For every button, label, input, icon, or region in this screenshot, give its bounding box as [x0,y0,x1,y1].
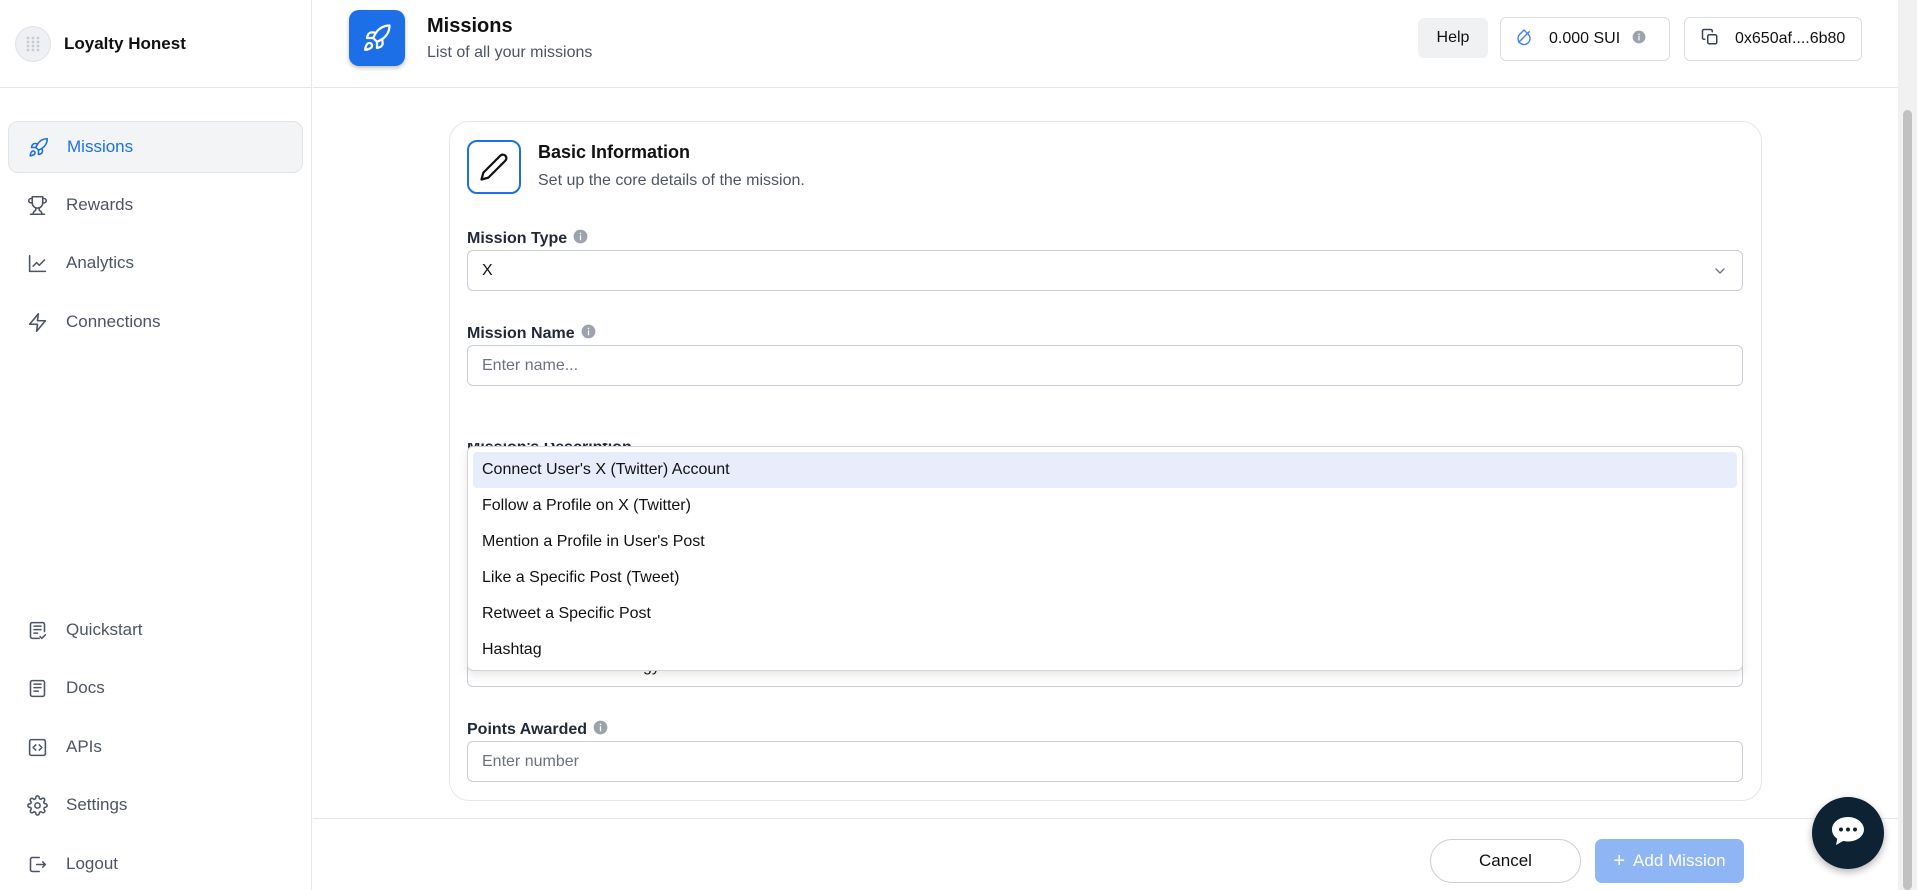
add-mission-label: Add Mission [1633,851,1726,870]
pencil-icon [467,140,521,194]
sidebar: Loyalty Honest Missions Rewards Analytic… [0,0,312,890]
dropdown-option[interactable]: Follow a Profile on X (Twitter) [473,488,1737,524]
sidebar-item-analytics[interactable]: Analytics [8,237,303,289]
sidebar-item-logout[interactable]: Logout [8,838,303,890]
brand-logo-icon [15,25,51,62]
mission-name-label-text: Mission Name [467,325,575,342]
main-content: Basic Information Set up the core detail… [313,89,1898,819]
mission-name-input[interactable]: Enter name... [467,345,1743,386]
mission-name-label: Mission Name [467,324,596,344]
chat-bubble-icon [1829,814,1867,853]
page-scrollbar[interactable] [1898,0,1917,890]
page-title: Missions [427,15,513,37]
code-icon [26,736,48,758]
copy-icon [1701,28,1719,51]
trophy-icon [26,194,48,216]
gear-icon [26,794,48,816]
cancel-button[interactable]: Cancel [1430,839,1581,883]
chevron-down-icon [1712,263,1728,284]
section-title: Basic Information [538,142,691,162]
checklist-icon [26,619,48,641]
sidebar-item-connections[interactable]: Connections [8,296,303,348]
document-icon [26,677,48,699]
rocket-icon [349,10,405,66]
wallet-address: 0x650af....6b80 [1735,30,1846,47]
sidebar-item-settings[interactable]: Settings [8,779,303,831]
dropdown-option[interactable]: Like a Specific Post (Tweet) [473,560,1737,596]
scrollbar-thumb[interactable] [1903,110,1912,890]
sidebar-item-apis[interactable]: APIs [8,721,303,773]
chat-button[interactable] [1812,797,1884,869]
add-mission-button[interactable]: + Add Mission [1595,839,1744,883]
points-awarded-label: Points Awarded [467,720,608,740]
info-icon[interactable] [581,324,596,344]
mission-type-label-text: Mission Type [467,230,568,247]
dropdown-option[interactable]: Mention a Profile in User's Post [473,524,1737,560]
page-subtitle: List of all your missions [427,44,593,61]
wallet-address-button[interactable]: 0x650af....6b80 [1684,17,1862,61]
sidebar-item-missions[interactable]: Missions [8,121,303,173]
dropdown-option[interactable]: Hashtag [473,632,1737,668]
brand-name: Loyalty Honest [64,33,186,53]
sidebar-item-rewards[interactable]: Rewards [8,179,303,231]
form-footer: Cancel + Add Mission [313,818,1898,890]
info-icon[interactable] [573,229,588,249]
mission-strategy-dropdown: Connect User's X (Twitter) Account Follo… [467,446,1743,671]
plus-icon: + [1613,849,1626,872]
info-icon [1632,30,1646,49]
info-icon[interactable] [593,720,608,740]
sidebar-item-quickstart[interactable]: Quickstart [8,604,303,656]
points-awarded-placeholder: Enter number [482,752,579,770]
basic-information-card: Basic Information Set up the core detail… [449,121,1762,801]
page-header: Missions List of all your missions Help … [313,0,1898,88]
rocket-icon [27,136,49,158]
section-subtitle: Set up the core details of the mission. [538,172,805,189]
mission-type-label: Mission Type [467,229,588,249]
logout-icon [26,853,48,875]
sidebar-item-label: Docs [66,678,105,697]
line-chart-icon [26,252,48,274]
balance-button[interactable]: 0.000 SUI [1500,17,1670,61]
help-button[interactable]: Help [1418,18,1488,58]
sidebar-item-docs[interactable]: Docs [8,662,303,714]
sidebar-item-label: Connections [66,312,161,331]
mission-type-value: X [482,261,493,279]
mission-type-select[interactable]: X [467,250,1743,291]
sidebar-item-label: Quickstart [66,620,143,639]
sidebar-item-label: Settings [66,795,128,814]
lightning-icon [26,311,48,333]
balance-value: 0.000 SUI [1549,30,1621,47]
points-awarded-input[interactable]: Enter number [467,741,1743,782]
sidebar-item-label: Missions [67,137,134,156]
droplet-icon [1515,28,1533,51]
app-root: Loyalty Honest Missions Rewards Analytic… [0,0,1917,890]
dropdown-option[interactable]: Retweet a Specific Post [473,596,1737,632]
brand[interactable]: Loyalty Honest [0,0,311,88]
dropdown-option[interactable]: Connect User's X (Twitter) Account [473,452,1737,488]
sidebar-item-label: Analytics [66,253,135,272]
sidebar-item-label: APIs [66,737,102,756]
sidebar-item-label: Logout [66,854,118,873]
sidebar-item-label: Rewards [66,195,134,214]
mission-name-placeholder: Enter name... [482,356,579,374]
points-awarded-label-text: Points Awarded [467,721,588,738]
